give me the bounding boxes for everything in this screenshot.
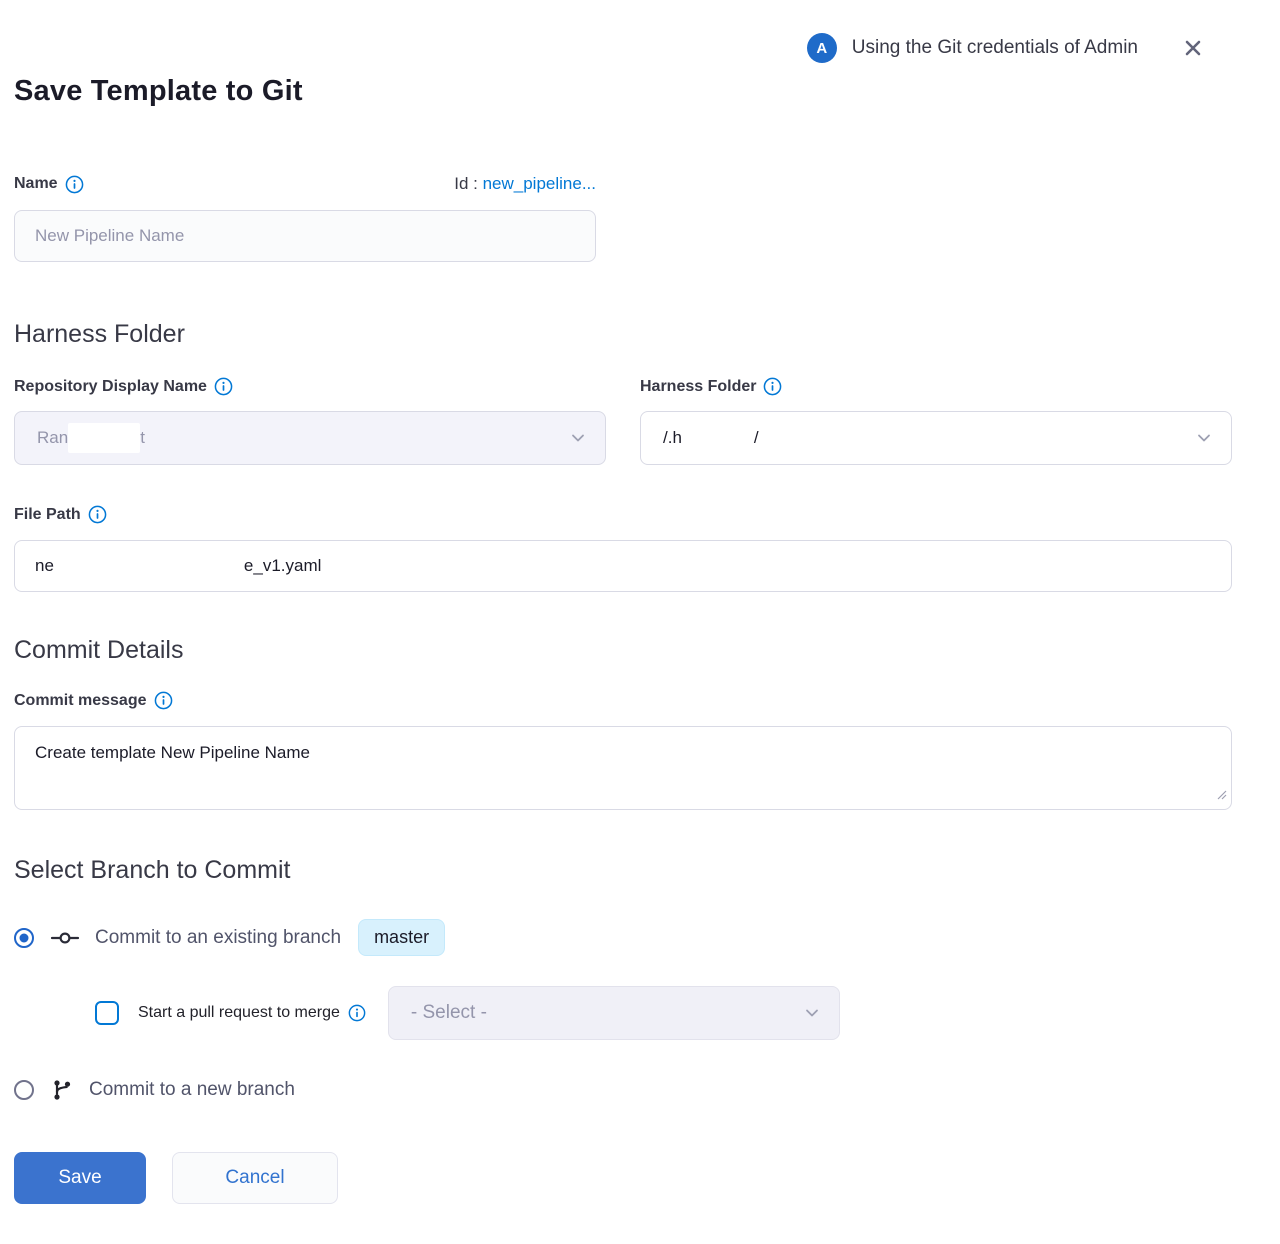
chevron-down-icon: [569, 429, 587, 447]
git-credentials-bar: A Using the Git credentials of Admin: [14, 0, 1232, 63]
info-icon[interactable]: [763, 377, 782, 396]
redacted-text: [682, 423, 754, 453]
radio-unselected[interactable]: [14, 1080, 34, 1100]
cancel-button[interactable]: Cancel: [172, 1152, 338, 1204]
chevron-down-icon: [1195, 429, 1213, 447]
dialog-actions: Save Cancel: [14, 1152, 1232, 1204]
pull-request-checkbox[interactable]: [95, 1001, 119, 1025]
file-path-input[interactable]: ne e_v1.yaml: [14, 540, 1232, 592]
info-icon[interactable]: [88, 505, 107, 524]
commit-message-field: Commit message Create template New Pipel…: [14, 691, 1232, 810]
repository-label: Repository Display Name: [14, 377, 233, 396]
harness-folder-heading: Harness Folder: [14, 320, 1232, 349]
new-branch-option[interactable]: Commit to a new branch: [14, 1078, 1232, 1102]
harness-folder-value: /.h /: [663, 423, 1195, 453]
redacted-text: [68, 423, 140, 453]
file-path-label: File Path: [14, 505, 107, 524]
page-title: Save Template to Git: [14, 75, 1232, 108]
existing-branch-option[interactable]: Commit to an existing branch master: [14, 919, 1232, 956]
file-path-field: File Path ne e_v1.yaml: [14, 505, 1232, 592]
pull-request-label: Start a pull request to merge: [138, 1004, 366, 1022]
harness-folder-select[interactable]: /.h /: [640, 411, 1232, 465]
commit-message-input[interactable]: Create template New Pipeline Name: [14, 726, 1232, 810]
repository-field: Repository Display Name Ran t: [14, 377, 606, 465]
branch-name-chip[interactable]: master: [358, 919, 445, 956]
close-icon[interactable]: [1182, 37, 1204, 59]
chevron-down-icon: [803, 1004, 821, 1022]
repository-select: Ran t: [14, 411, 606, 465]
existing-branch-label: Commit to an existing branch: [95, 927, 341, 949]
commit-details-heading: Commit Details: [14, 636, 1232, 665]
info-icon[interactable]: [348, 1004, 366, 1022]
pull-request-row: Start a pull request to merge - Select -: [95, 986, 1232, 1040]
template-id-link[interactable]: new_pipeline...: [483, 174, 596, 193]
save-template-dialog: A Using the Git credentials of Admin Sav…: [0, 0, 1280, 1244]
commit-message-label: Commit message: [14, 691, 173, 710]
new-branch-label: Commit to a new branch: [89, 1079, 295, 1101]
template-id: Id : new_pipeline...: [454, 174, 596, 194]
repository-value: Ran t: [37, 423, 569, 453]
name-label: Name: [14, 175, 84, 194]
git-branch-icon: [50, 1078, 74, 1102]
harness-folder-label: Harness Folder: [640, 377, 782, 396]
info-icon[interactable]: [214, 377, 233, 396]
target-branch-select[interactable]: - Select -: [388, 986, 840, 1040]
credentials-note: Using the Git credentials of Admin: [852, 37, 1138, 59]
select-branch-heading: Select Branch to Commit: [14, 856, 1232, 885]
info-icon[interactable]: [154, 691, 173, 710]
harness-folder-field: Harness Folder /.h /: [640, 377, 1232, 465]
redacted-text: [54, 551, 244, 581]
git-commit-icon: [50, 927, 80, 949]
avatar: A: [807, 33, 837, 63]
name-label-row: Name Id : new_pipeline...: [14, 174, 596, 194]
name-input[interactable]: [14, 210, 596, 262]
info-icon[interactable]: [65, 175, 84, 194]
save-button[interactable]: Save: [14, 1152, 146, 1204]
radio-selected[interactable]: [14, 928, 34, 948]
